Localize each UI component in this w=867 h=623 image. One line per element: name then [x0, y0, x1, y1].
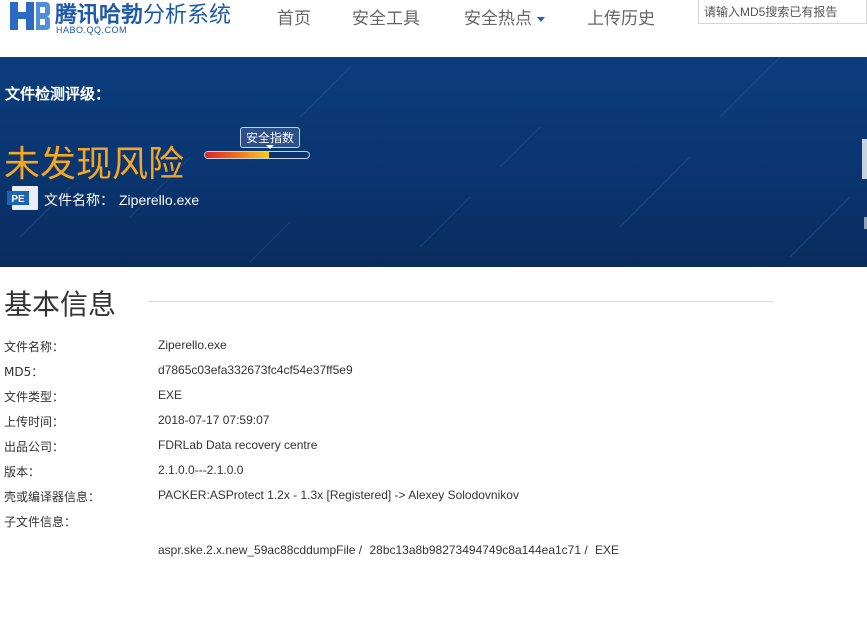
- habo-logo-icon: [10, 2, 50, 30]
- pe-file-icon: PE: [7, 186, 38, 210]
- file-name-value: Ziperello.exe: [119, 192, 200, 208]
- pe-icon-text: PE: [11, 194, 25, 205]
- sub-file-type: EXE: [595, 543, 620, 557]
- result-banner: 文件检测评级： 未发现风险 安全指数 PE 文件名称： Ziperello.exe: [0, 57, 867, 267]
- nav-home[interactable]: 首页: [277, 4, 311, 29]
- info-key: MD5：: [4, 365, 44, 379]
- info-row-md5: MD5： d7865c03efa332673fc4cf54e37ff5e9: [0, 363, 867, 381]
- info-key: 版本：: [4, 465, 41, 479]
- info-value: 2018-07-17 07:59:07: [158, 413, 270, 427]
- nav-upload-history[interactable]: 上传历史: [587, 4, 655, 29]
- info-value: Ziperello.exe: [158, 338, 227, 352]
- sub-file-hash: 28bc13a8b98273494749c8a144ea1c71 /: [369, 543, 588, 557]
- basic-info-title: 基本信息: [4, 288, 117, 321]
- safety-index-fill: [205, 152, 270, 158]
- detection-rating-label: 文件检测评级：: [5, 85, 111, 103]
- info-value: FDRLab Data recovery centre: [158, 438, 318, 452]
- info-key: 上传时间：: [4, 415, 65, 429]
- safety-index-bar: [204, 151, 310, 159]
- md5-search-input[interactable]: [698, 0, 867, 24]
- logo-subtitle: HABO.QQ.COM: [56, 25, 128, 35]
- info-key: 文件名称：: [4, 340, 65, 354]
- info-row-file-type: 文件类型： EXE: [0, 388, 867, 406]
- file-name-label: 文件名称：: [44, 193, 114, 209]
- banner-file-name: 文件名称： Ziperello.exe: [44, 190, 199, 210]
- info-row-sub-files: 子文件信息：: [0, 513, 867, 531]
- safety-index-pointer-icon: [266, 145, 274, 149]
- info-row-version: 版本： 2.1.0.0---2.1.0.0: [0, 463, 867, 481]
- nav-security-tools[interactable]: 安全工具: [352, 4, 420, 29]
- top-header: 腾讯哈勃分析系统 HABO.QQ.COM 首页 安全工具 安全热点 上传历史: [0, 0, 867, 57]
- info-value: EXE: [158, 388, 183, 402]
- risk-result-title: 未发现风险: [4, 144, 185, 185]
- info-row-upload-time: 上传时间： 2018-07-17 07:59:07: [0, 413, 867, 431]
- site-logo[interactable]: 腾讯哈勃分析系统 HABO.QQ.COM: [4, 0, 244, 40]
- info-key: 文件类型：: [4, 390, 65, 404]
- info-key: 壳或编译器信息：: [4, 490, 101, 504]
- chevron-down-icon: [537, 16, 545, 22]
- sub-file-name: aspr.ske.2.x.new_59ac88cddumpFile /: [158, 543, 363, 557]
- info-value: 2.1.0.0---2.1.0.0: [158, 463, 244, 477]
- info-value: d7865c03efa332673fc4cf54e37ff5e9: [158, 363, 353, 377]
- info-key: 出品公司：: [4, 440, 65, 454]
- info-key: 子文件信息：: [4, 515, 77, 529]
- info-value: PACKER:ASProtect 1.2x - 1.3x [Registered…: [158, 488, 519, 502]
- info-row-packer: 壳或编译器信息： PACKER:ASProtect 1.2x - 1.3x [R…: [0, 488, 867, 506]
- section-divider: [148, 301, 774, 302]
- info-row-company: 出品公司： FDRLab Data recovery centre: [0, 438, 867, 456]
- nav-security-hotspots[interactable]: 安全热点: [464, 4, 545, 29]
- info-row-file-name: 文件名称： Ziperello.exe: [0, 338, 867, 356]
- sub-file-entry: aspr.ske.2.x.new_59ac88cddumpFile / 28bc…: [158, 543, 619, 557]
